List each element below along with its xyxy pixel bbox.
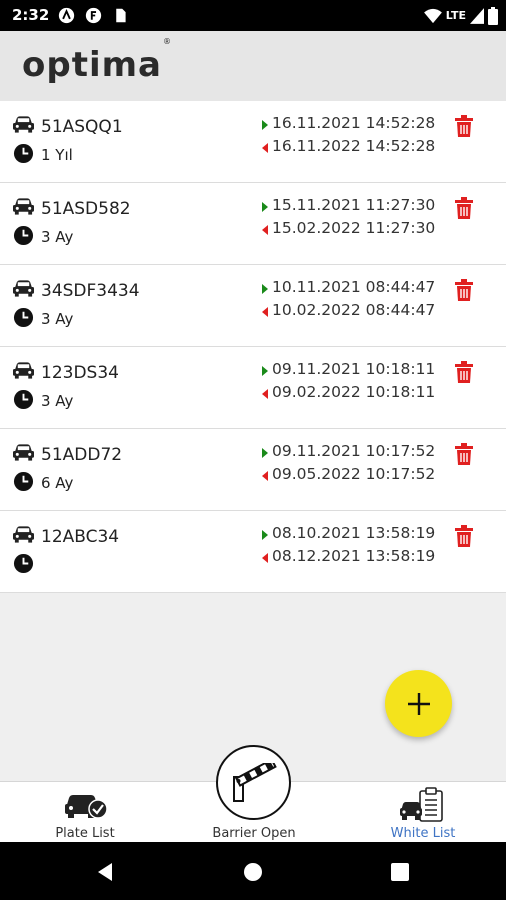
start-arrow-icon <box>262 202 268 212</box>
end-arrow-icon <box>262 389 268 399</box>
network-type: LTE <box>445 9 466 22</box>
duration: 3 Ay <box>41 392 74 410</box>
app-header: optima® <box>0 31 506 101</box>
start-date: 08.10.2021 13:58:19 <box>272 524 436 542</box>
clock-icon <box>13 471 34 492</box>
end-date: 09.05.2022 10:17:52 <box>272 465 436 483</box>
start-date: 09.11.2021 10:17:52 <box>272 442 436 460</box>
logo-registered-mark: ® <box>162 36 172 46</box>
plate-number: 51ASQQ1 <box>41 117 123 137</box>
duration: 3 Ay <box>41 228 74 246</box>
start-arrow-icon <box>262 284 268 294</box>
nav-white-list[interactable]: White List <box>378 782 468 843</box>
nav-barrier-open-label: Barrier Open <box>212 826 296 841</box>
trash-icon[interactable] <box>454 525 474 547</box>
car-clipboard-icon <box>400 787 443 822</box>
plate-number: 123DS34 <box>41 363 119 383</box>
end-date: 15.02.2022 11:27:30 <box>272 219 436 237</box>
car-icon <box>13 526 34 543</box>
start-date: 10.11.2021 08:44:47 <box>272 278 436 296</box>
car-icon <box>13 362 34 379</box>
wifi-icon <box>423 8 442 23</box>
clock-icon <box>13 553 34 574</box>
start-arrow-icon <box>262 120 268 130</box>
barrier-gate-icon <box>232 762 277 802</box>
end-arrow-icon <box>262 307 268 317</box>
status-bar: 2:32 LTE <box>0 0 506 31</box>
list-item[interactable]: 123DS34 3 Ay 09.11.2021 10:18:11 09.02.2… <box>0 347 506 429</box>
notification-app-icon <box>58 7 75 24</box>
end-date: 08.12.2021 13:58:19 <box>272 547 436 565</box>
car-icon <box>13 444 34 461</box>
list-item[interactable]: 51ASQQ1 1 Yıl 16.11.2021 14:52:28 16.11.… <box>0 101 506 183</box>
status-right-group: LTE <box>423 5 498 26</box>
nav-plate-list[interactable]: Plate List <box>40 782 130 843</box>
app-screen: 2:32 LTE optima® 51ASQQ1 1 Yıl 16.11.202… <box>0 0 506 900</box>
car-icon <box>13 116 34 133</box>
start-date: 16.11.2021 14:52:28 <box>272 114 436 132</box>
end-arrow-icon <box>262 553 268 563</box>
start-date: 09.11.2021 10:18:11 <box>272 360 436 378</box>
car-icon <box>13 280 34 297</box>
white-list: 51ASQQ1 1 Yıl 16.11.2021 14:52:28 16.11.… <box>0 101 506 593</box>
back-icon[interactable] <box>94 861 116 883</box>
list-item[interactable]: 51ASD582 3 Ay 15.11.2021 11:27:30 15.02.… <box>0 183 506 265</box>
duration: 3 Ay <box>41 310 74 328</box>
end-date: 16.11.2022 14:52:28 <box>272 137 436 155</box>
recents-icon[interactable] <box>389 861 411 883</box>
end-arrow-icon <box>262 471 268 481</box>
status-time: 2:32 <box>12 6 50 24</box>
clock-icon <box>13 389 34 410</box>
trash-icon[interactable] <box>454 279 474 301</box>
trash-icon[interactable] <box>454 443 474 465</box>
system-navigation-bar <box>0 842 506 900</box>
battery-icon <box>488 6 498 25</box>
optima-logo: optima® <box>22 37 171 85</box>
end-date: 10.02.2022 08:44:47 <box>272 301 436 319</box>
barrier-open-button[interactable] <box>216 745 291 820</box>
plate-number: 51ADD72 <box>41 445 123 465</box>
add-plate-button[interactable] <box>385 670 452 737</box>
signal-icon <box>470 7 484 24</box>
plate-number: 34SDF3434 <box>41 281 140 301</box>
duration: 6 Ay <box>41 474 74 492</box>
duration: 1 Yıl <box>41 146 73 164</box>
sim-card-icon <box>116 8 126 23</box>
start-arrow-icon <box>262 448 268 458</box>
trash-icon[interactable] <box>454 197 474 219</box>
list-item[interactable]: 51ADD72 6 Ay 09.11.2021 10:17:52 09.05.2… <box>0 429 506 511</box>
start-arrow-icon <box>262 366 268 376</box>
nav-plate-list-label: Plate List <box>55 826 115 841</box>
end-arrow-icon <box>262 143 268 153</box>
notification-f-icon <box>85 7 102 24</box>
trash-icon[interactable] <box>454 361 474 383</box>
trash-icon[interactable] <box>454 115 474 137</box>
list-item[interactable]: 12ABC34 08.10.2021 13:58:19 08.12.2021 1… <box>0 511 506 593</box>
clock-icon <box>13 225 34 246</box>
clock-icon <box>13 307 34 328</box>
car-icon <box>13 198 34 215</box>
plus-icon <box>407 692 430 715</box>
logo-text: optima <box>22 45 162 85</box>
home-icon[interactable] <box>242 861 264 883</box>
car-check-icon <box>65 795 108 819</box>
start-arrow-icon <box>262 530 268 540</box>
start-date: 15.11.2021 11:27:30 <box>272 196 436 214</box>
list-item[interactable]: 34SDF3434 3 Ay 10.11.2021 08:44:47 10.02… <box>0 265 506 347</box>
nav-white-list-label: White List <box>390 826 456 841</box>
plate-number: 51ASD582 <box>41 199 131 219</box>
plate-number: 12ABC34 <box>41 527 120 547</box>
end-date: 09.02.2022 10:18:11 <box>272 383 436 401</box>
end-arrow-icon <box>262 225 268 235</box>
clock-icon <box>13 143 34 164</box>
